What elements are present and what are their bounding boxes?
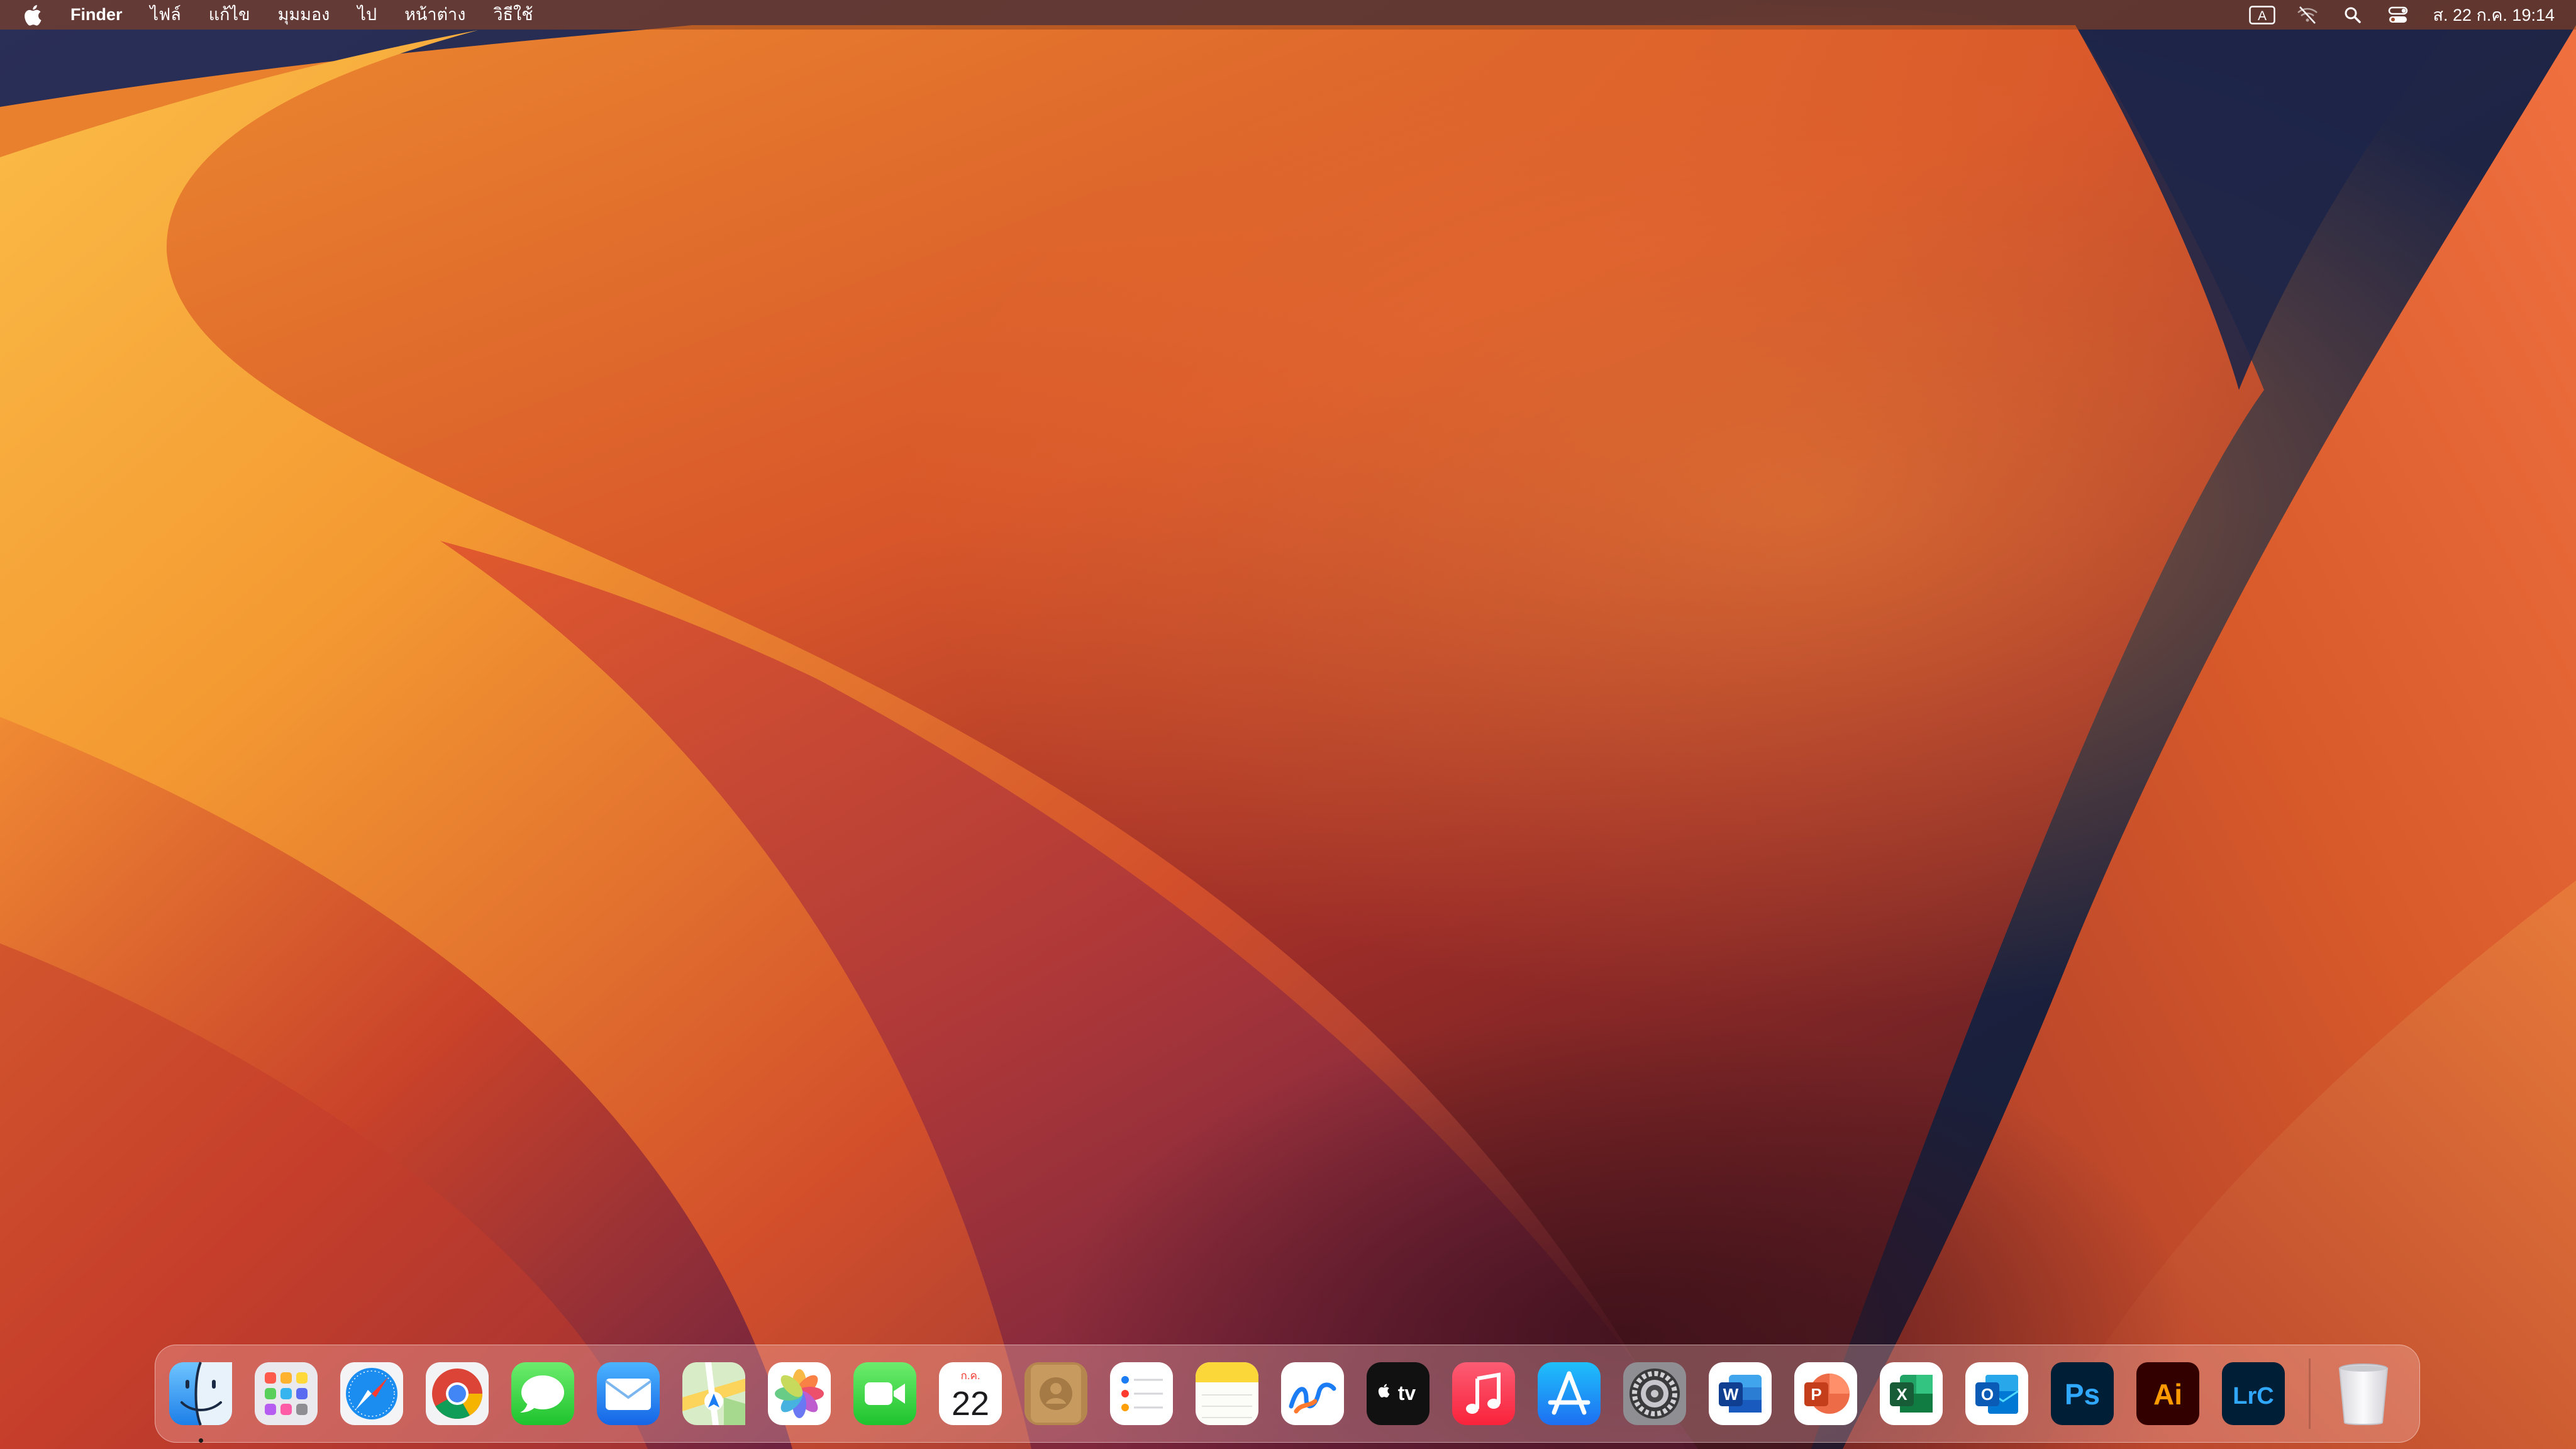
spotlight-icon[interactable] <box>2339 4 2367 26</box>
photoshop-label: Ps <box>2065 1378 2100 1411</box>
word-icon: W <box>1709 1362 1772 1425</box>
dock-music[interactable] <box>1450 1360 1518 1428</box>
mail-icon <box>597 1362 660 1425</box>
dock-system-settings[interactable] <box>1621 1360 1689 1428</box>
reminders-icon <box>1110 1362 1173 1425</box>
calendar-icon: ก.ค. 22 <box>939 1362 1002 1425</box>
dock-freeform[interactable] <box>1279 1360 1346 1428</box>
outlook-label: O <box>1981 1385 1994 1404</box>
dock-lightroom-classic[interactable]: LrC <box>2219 1360 2287 1428</box>
menu-window[interactable]: หน้าต่าง <box>404 0 465 30</box>
powerpoint-icon: P <box>1794 1362 1857 1425</box>
dock-powerpoint[interactable]: P <box>1792 1360 1860 1428</box>
music-icon <box>1452 1362 1515 1425</box>
dock-chrome[interactable] <box>423 1360 491 1428</box>
trash-icon <box>2338 1363 2389 1425</box>
dock-outlook[interactable]: O <box>1963 1360 2031 1428</box>
tv-label: tv <box>1398 1382 1416 1404</box>
chrome-icon <box>426 1362 489 1425</box>
illustrator-label: Ai <box>2153 1378 2182 1411</box>
menu-bar-clock[interactable]: ส. 22 ก.ค. 19:14 <box>2433 1 2555 28</box>
menu-edit[interactable]: แก้ไข <box>209 0 250 30</box>
dock-tv[interactable]: tv <box>1364 1360 1432 1428</box>
app-store-icon <box>1538 1362 1601 1425</box>
dock: ก.ค. 22 tv W P X O Ps Ai LrC <box>155 1345 2420 1443</box>
launchpad-icon <box>255 1362 318 1425</box>
menu-bar-right: A ส. 22 ก.ค. 19:14 <box>2231 0 2555 30</box>
dock-messages[interactable] <box>509 1360 577 1428</box>
calendar-month: ก.ค. <box>960 1370 980 1382</box>
notes-icon <box>1196 1362 1258 1425</box>
menu-go[interactable]: ไป <box>357 0 377 30</box>
maps-icon <box>682 1362 745 1425</box>
dock-mail[interactable] <box>594 1360 662 1428</box>
photoshop-icon: Ps <box>2051 1362 2114 1425</box>
dock-photos[interactable] <box>765 1360 833 1428</box>
contacts-icon <box>1024 1362 1087 1425</box>
dock-word[interactable]: W <box>1706 1360 1774 1428</box>
menu-file[interactable]: ไฟล์ <box>150 0 181 30</box>
dock-maps[interactable] <box>680 1360 748 1428</box>
dock-calendar[interactable]: ก.ค. 22 <box>936 1360 1004 1428</box>
dock-separator <box>2309 1358 2311 1429</box>
illustrator-icon: Ai <box>2136 1362 2199 1425</box>
outlook-icon: O <box>1965 1362 2028 1425</box>
menu-view[interactable]: มุมมอง <box>278 0 330 30</box>
control-center-icon[interactable] <box>2384 4 2412 26</box>
freeform-icon <box>1281 1362 1344 1425</box>
word-label: W <box>1723 1385 1739 1404</box>
dock-launchpad[interactable] <box>252 1360 320 1428</box>
excel-icon: X <box>1880 1362 1943 1425</box>
dock-trash[interactable] <box>2329 1360 2397 1428</box>
dock-finder[interactable] <box>167 1360 235 1443</box>
finder-icon <box>169 1362 232 1426</box>
system-settings-icon <box>1623 1362 1686 1425</box>
excel-label: X <box>1896 1385 1907 1404</box>
dock-notes[interactable] <box>1193 1360 1261 1428</box>
menu-bar: Finder ไฟล์ แก้ไข มุมมอง ไป หน้าต่าง วิธ… <box>0 0 2576 30</box>
calendar-day: 22 <box>952 1385 989 1423</box>
dock-reminders[interactable] <box>1108 1360 1175 1428</box>
apple-menu-icon[interactable] <box>24 4 42 26</box>
desktop-wallpaper <box>0 0 2576 1449</box>
menu-app-finder[interactable]: Finder <box>70 0 123 30</box>
menu-bar-left: Finder ไฟล์ แก้ไข มุมมอง ไป หน้าต่าง วิธ… <box>24 0 561 30</box>
powerpoint-label: P <box>1811 1385 1821 1404</box>
dock-app-store[interactable] <box>1535 1360 1603 1428</box>
dock-safari[interactable] <box>338 1360 406 1428</box>
dock-excel[interactable]: X <box>1877 1360 1945 1428</box>
dock-illustrator[interactable]: Ai <box>2134 1360 2202 1428</box>
lightroom-classic-icon: LrC <box>2222 1362 2285 1425</box>
dock-facetime[interactable] <box>851 1360 919 1428</box>
safari-icon <box>340 1362 403 1425</box>
input-source-label: A <box>2257 9 2266 23</box>
dock-photoshop[interactable]: Ps <box>2048 1360 2116 1428</box>
photos-icon <box>768 1362 831 1425</box>
messages-icon <box>511 1362 574 1425</box>
tv-icon: tv <box>1367 1362 1430 1425</box>
running-indicator <box>199 1438 203 1443</box>
input-source-icon[interactable]: A <box>2248 4 2276 26</box>
facetime-icon <box>853 1362 916 1425</box>
wifi-off-icon[interactable] <box>2294 4 2321 26</box>
menu-help[interactable]: วิธีใช้ <box>493 0 533 30</box>
dock-contacts[interactable] <box>1022 1360 1090 1428</box>
lightroom-label: LrC <box>2233 1383 2273 1409</box>
